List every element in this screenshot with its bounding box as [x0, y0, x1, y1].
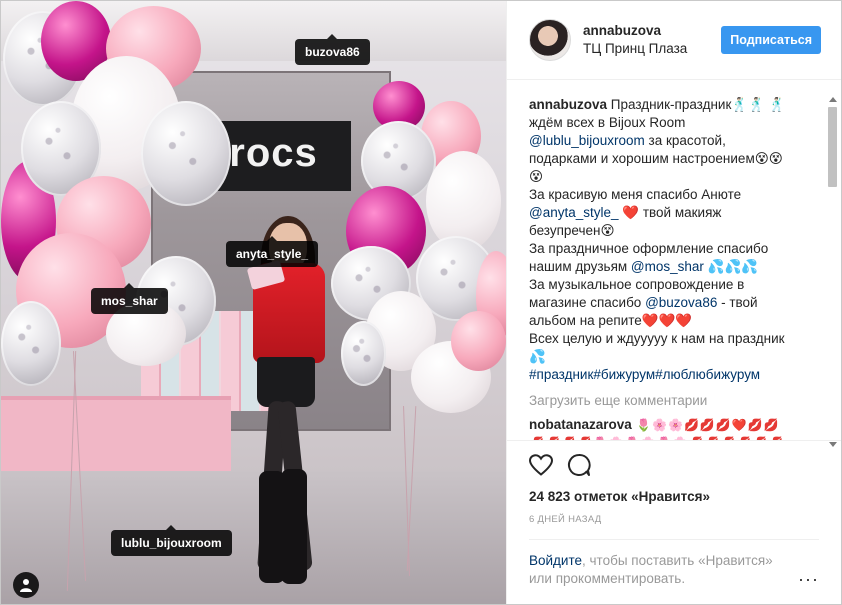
heart-icon[interactable]: [529, 454, 553, 476]
header-username[interactable]: annabuzova: [583, 22, 721, 40]
caption-mention[interactable]: @mos_shar: [631, 259, 704, 274]
person-skirt: [257, 357, 315, 407]
caption-line: Всех целую и ждууууу к нам на праздник💦: [529, 331, 785, 364]
login-link[interactable]: Войдите: [529, 553, 582, 568]
scroll-up-arrow[interactable]: [829, 97, 837, 102]
balloon: [451, 311, 506, 371]
post-header: annabuzova ТЦ Принц Плаза Подписаться: [507, 1, 841, 80]
caption-mention[interactable]: @lublu_bijouxroom: [529, 133, 645, 148]
comments-section: annabuzova Праздник-праздник🕺🏻🕺🏻 🕺🏻 ждём…: [507, 80, 841, 440]
caption-line: 💦💦💦: [703, 259, 759, 274]
balloon: [341, 321, 386, 386]
caption-line: Праздник-праздник🕺🏻🕺🏻: [607, 97, 765, 112]
photo-tag-buzova86[interactable]: buzova86: [295, 34, 370, 65]
actions-section: 24 823 отметок «Нравится» 6 ДНЕЙ НАЗАД: [507, 440, 841, 540]
balloon: [141, 101, 231, 206]
header-location[interactable]: ТЦ Принц Плаза: [583, 40, 721, 58]
balloon: [1, 301, 61, 386]
post-frame: crocs buzova86 anyta_style_ mos_shar lub…: [0, 0, 842, 605]
likes-count[interactable]: 24 823 отметок «Нравится»: [529, 489, 819, 504]
more-options-button[interactable]: ···: [798, 569, 819, 590]
photo-tag-lublu-bijouxroom[interactable]: lublu_bijouxroom: [111, 525, 232, 556]
comments-scrollbar[interactable]: [827, 97, 839, 447]
caption-mention[interactable]: @anyta_style_: [529, 205, 619, 220]
follow-button[interactable]: Подписаться: [721, 26, 821, 54]
caption-author[interactable]: annabuzova: [529, 97, 607, 112]
comment-item: nobatanazarova 🌷🌸🌸💋💋💋❤️💋💋💋💋💋💋🌷🌸🌷🌸🌷🌸💋💋💋💋💋…: [529, 416, 791, 440]
post-date: 6 ДНЕЙ НАЗАД: [529, 514, 819, 540]
avatar[interactable]: [529, 19, 571, 61]
comment-icon[interactable]: [567, 453, 591, 477]
post-side-panel: annabuzova ТЦ Принц Плаза Подписаться an…: [506, 1, 841, 604]
load-more-comments[interactable]: Загрузить еще комментарии: [529, 393, 819, 408]
person-boot: [281, 469, 307, 584]
post-photo[interactable]: crocs buzova86 anyta_style_ mos_shar lub…: [1, 1, 506, 604]
photo-tag-anyta-style[interactable]: anyta_style_: [226, 236, 319, 267]
login-prompt: Войдите, чтобы поставить «Нравится» или …: [507, 540, 807, 588]
caption-mention[interactable]: @buzova86: [645, 295, 717, 310]
scroll-down-arrow[interactable]: [829, 442, 837, 447]
comment-author[interactable]: nobatanazarova: [529, 417, 632, 432]
person-icon: [20, 579, 32, 592]
user-tags-button[interactable]: [13, 572, 39, 598]
floor: [1, 471, 506, 604]
header-text: annabuzova ТЦ Принц Плаза: [583, 22, 721, 58]
caption-line: За красивую меня спасибо Анюте: [529, 187, 742, 202]
caption-hashtags[interactable]: #праздник#бижурум#люблюбижурум: [529, 367, 760, 382]
photo-tag-mos-shar[interactable]: mos_shar: [91, 283, 168, 314]
scroll-thumb[interactable]: [828, 107, 837, 187]
caption: annabuzova Праздник-праздник🕺🏻🕺🏻 🕺🏻 ждём…: [529, 96, 791, 384]
action-icons: [529, 445, 819, 485]
